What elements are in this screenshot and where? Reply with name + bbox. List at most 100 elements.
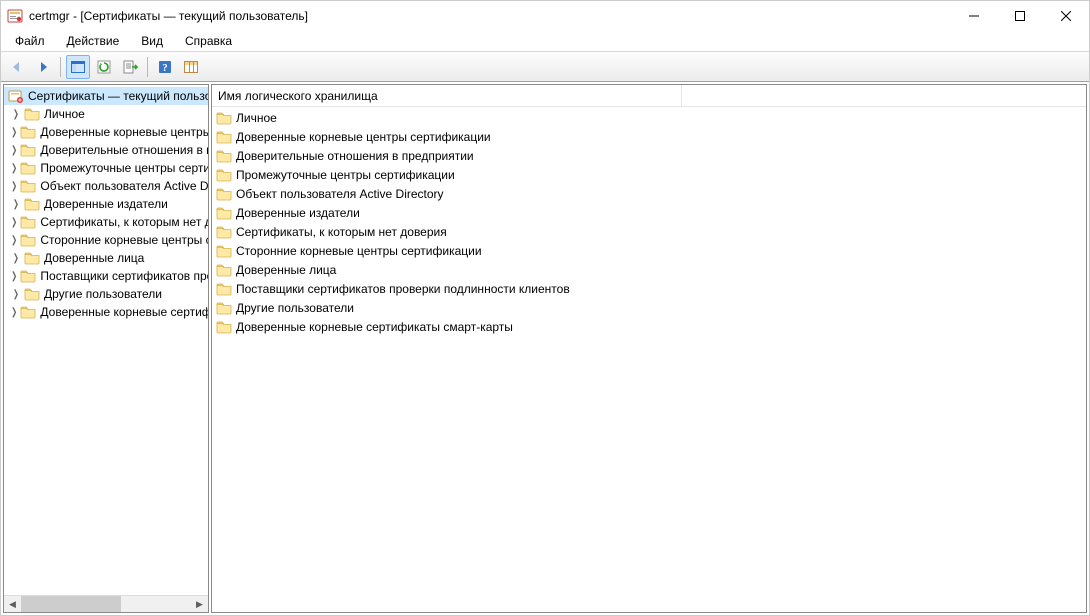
folder-icon	[24, 251, 40, 265]
nav-forward-button[interactable]	[31, 55, 55, 79]
list-row-label: Доверенные лица	[236, 263, 336, 277]
expander-icon[interactable]: ❯	[11, 127, 17, 138]
certificate-root-icon	[8, 88, 24, 104]
expander-icon[interactable]: ❯	[11, 217, 17, 228]
folder-icon	[216, 320, 232, 334]
tree-node[interactable]: ❯Другие пользователи	[4, 285, 208, 303]
menu-view[interactable]: Вид	[133, 32, 171, 50]
list-row[interactable]: Личное	[212, 108, 1086, 127]
minimize-button[interactable]	[951, 1, 997, 31]
expander-icon[interactable]: ❯	[12, 109, 20, 120]
scroll-right-arrow-icon[interactable]: ▶	[191, 596, 208, 612]
list-row[interactable]: Объект пользователя Active Directory	[212, 184, 1086, 203]
list-row-label: Доверительные отношения в предприятии	[236, 149, 474, 163]
folder-icon	[20, 179, 36, 193]
expander-icon[interactable]: ❯	[12, 199, 20, 210]
expander-icon[interactable]: ❯	[11, 163, 17, 174]
tree-horizontal-scrollbar[interactable]: ◀ ▶	[4, 595, 208, 612]
help-button[interactable]: ?	[153, 55, 177, 79]
tree-node-label: Поставщики сертификатов проверки подлинн…	[40, 269, 208, 283]
menubar: Файл Действие Вид Справка	[1, 31, 1089, 52]
scroll-thumb[interactable]	[21, 596, 121, 612]
tree-node[interactable]: ❯ Сторонние корневые центры сертификации	[4, 231, 208, 249]
folder-icon	[20, 269, 36, 283]
tree-node[interactable]: ❯Доверенные корневые сертификаты смарт-к…	[4, 303, 208, 321]
list-row[interactable]: Другие пользователи	[212, 298, 1086, 317]
list-row[interactable]: Промежуточные центры сертификации	[212, 165, 1086, 184]
folder-icon	[216, 149, 232, 163]
tree-node[interactable]: ❯ Промежуточные центры сертификации	[4, 159, 208, 177]
list-column-header-row: Имя логического хранилища	[212, 85, 1086, 107]
tree-pane: Сертификаты — текущий пользователь ❯ Личн…	[3, 84, 209, 613]
tree-node[interactable]: ❯Сертификаты, к которым нет доверия	[4, 213, 208, 231]
list-row[interactable]: Доверенные корневые центры сертификации	[212, 127, 1086, 146]
list-row[interactable]: Сторонние корневые центры сертификации	[212, 241, 1086, 260]
expander-icon[interactable]: ❯	[12, 289, 20, 300]
scroll-track[interactable]	[21, 596, 191, 612]
tree-root-node[interactable]: Сертификаты — текущий пользователь	[4, 87, 208, 105]
maximize-button[interactable]	[997, 1, 1043, 31]
folder-icon	[20, 143, 36, 157]
nav-back-button[interactable]	[5, 55, 29, 79]
tree-node-label: Промежуточные центры сертификации	[40, 161, 208, 175]
list-pane: Имя логического хранилища Личное Доверенн…	[212, 85, 1086, 612]
list-row-label: Доверенные корневые центры сертификации	[236, 130, 491, 144]
menu-action[interactable]: Действие	[59, 32, 128, 50]
tree-node-label: Доверительные отношения в предприятии	[40, 143, 208, 157]
tree-node[interactable]: ❯Объект пользователя Active Directory	[4, 177, 208, 195]
list-row[interactable]: Доверенные лица	[212, 260, 1086, 279]
list-row[interactable]: Сертификаты, к которым нет доверия	[212, 222, 1086, 241]
folder-icon	[24, 107, 40, 121]
expander-icon[interactable]: ❯	[11, 181, 17, 192]
refresh-button[interactable]	[92, 55, 116, 79]
tree-node[interactable]: ❯ Личное	[4, 105, 208, 123]
tree-node-label: Сторонние корневые центры сертификации	[40, 233, 208, 247]
folder-icon	[216, 111, 232, 125]
tree-node-label: Личное	[44, 107, 85, 121]
tree-node[interactable]: ❯ Доверительные отношения в предприятии	[4, 141, 208, 159]
toolbar-separator	[60, 57, 61, 77]
expander-icon[interactable]: ❯	[12, 253, 20, 264]
list-column-label: Имя логического хранилища	[218, 89, 378, 103]
tree-node[interactable]: ❯ Доверенные лица	[4, 249, 208, 267]
expander-icon[interactable]: ❯	[11, 307, 17, 318]
close-button[interactable]	[1043, 1, 1089, 31]
tree-node[interactable]: ❯ Поставщики сертификатов проверки подлин…	[4, 267, 208, 285]
tree-node-label: Доверенные лица	[44, 251, 144, 265]
expander-icon[interactable]: ❯	[11, 235, 17, 246]
list-row-label: Доверенные корневые сертификаты смарт-ка…	[236, 320, 513, 334]
list-row-label: Личное	[236, 111, 277, 125]
expander-icon[interactable]: ❯	[11, 271, 17, 282]
folder-icon	[20, 305, 36, 319]
show-hide-tree-button[interactable]	[66, 55, 90, 79]
list-row-label: Сертификаты, к которым нет доверия	[236, 225, 447, 239]
certificates-view-button[interactable]	[179, 55, 203, 79]
menu-file[interactable]: Файл	[7, 32, 53, 50]
folder-icon	[216, 225, 232, 239]
window-title: certmgr - [Сертификаты — текущий пользов…	[29, 9, 951, 23]
folder-icon	[216, 206, 232, 220]
list-body[interactable]: Личное Доверенные корневые центры сертифи…	[212, 107, 1086, 612]
folder-icon	[216, 301, 232, 315]
folder-icon	[20, 125, 36, 139]
list-row[interactable]: Доверенные издатели	[212, 203, 1086, 222]
list-row-label: Другие пользователи	[236, 301, 354, 315]
folder-icon	[24, 197, 40, 211]
tree-node[interactable]: ❯Доверенные корневые центры сертификации	[4, 123, 208, 141]
scroll-left-arrow-icon[interactable]: ◀	[4, 596, 21, 612]
folder-icon	[20, 233, 36, 247]
list-column-header[interactable]: Имя логического хранилища	[212, 85, 682, 106]
folder-icon	[24, 287, 40, 301]
tree-view[interactable]: Сертификаты — текущий пользователь ❯ Личн…	[4, 85, 208, 595]
folder-icon	[20, 215, 36, 229]
tree-node[interactable]: ❯ Доверенные издатели	[4, 195, 208, 213]
list-row-label: Поставщики сертификатов проверки подлинн…	[236, 282, 570, 296]
expander-icon[interactable]: ❯	[11, 145, 17, 156]
list-row[interactable]: Поставщики сертификатов проверки подлинн…	[212, 279, 1086, 298]
list-row[interactable]: Доверительные отношения в предприятии	[212, 146, 1086, 165]
menu-help[interactable]: Справка	[177, 32, 240, 50]
list-row[interactable]: Доверенные корневые сертификаты смарт-ка…	[212, 317, 1086, 336]
export-list-button[interactable]	[118, 55, 142, 79]
app-icon	[7, 8, 23, 24]
tree-node-label: Доверенные издатели	[44, 197, 168, 211]
